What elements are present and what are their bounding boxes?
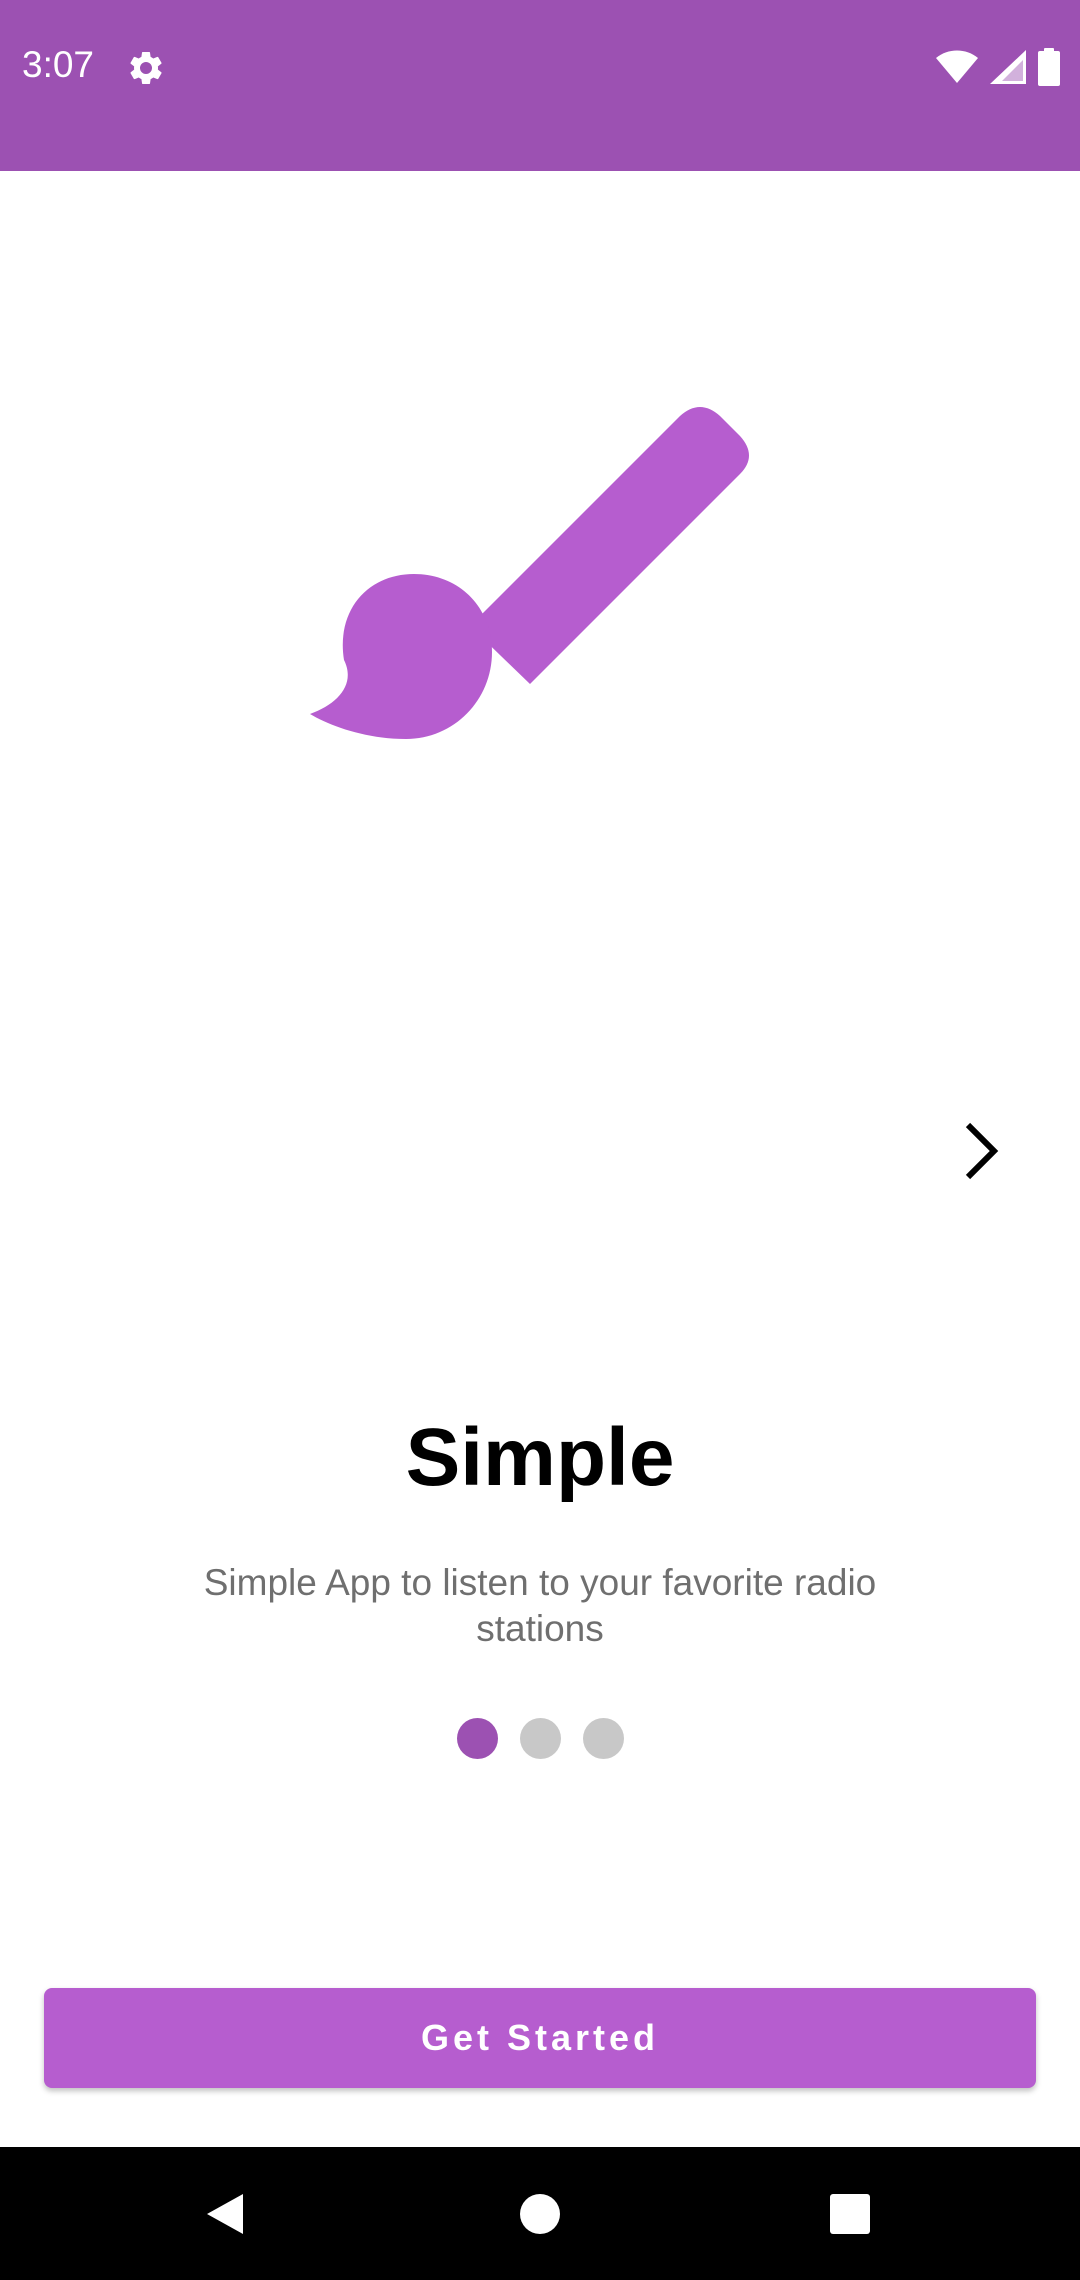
next-slide-button[interactable] (950, 1121, 1010, 1181)
page-indicator-dot-2[interactable] (519, 1718, 561, 1759)
recents-square-icon[interactable] (817, 2181, 883, 2247)
slide-title: Simple (405, 1412, 675, 1503)
slide-description: Simple App to listen to your favorite ra… (203, 1562, 877, 1649)
battery-icon (1038, 48, 1060, 86)
status-bar: 3:07 (0, 0, 1080, 171)
status-icons (936, 46, 1060, 88)
back-triangle-icon[interactable] (192, 2181, 258, 2247)
status-time: 3:07 (22, 44, 95, 85)
page-indicator-dot-3[interactable] (582, 1718, 624, 1759)
home-circle-icon[interactable] (507, 2181, 573, 2247)
paint-brush-icon (300, 391, 760, 831)
cell-signal-icon (990, 50, 1026, 84)
wifi-icon (936, 50, 978, 84)
system-nav-bar (0, 2147, 1080, 2280)
onboarding-slide: Simple Simple App to listen to your favo… (0, 171, 1080, 2147)
chevron-right-icon (965, 1122, 999, 1180)
page-indicator-dot-1[interactable] (456, 1718, 498, 1759)
settings-gear-icon (126, 48, 166, 88)
get-started-button[interactable]: Get Started (44, 1988, 1036, 2088)
page-indicator (0, 1718, 1080, 1759)
